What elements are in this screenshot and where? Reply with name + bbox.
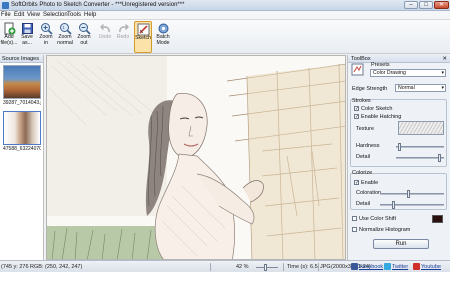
edge-strength-label: Edge Strength [352, 86, 388, 92]
separator [283, 263, 284, 271]
separator [210, 263, 211, 271]
toolbar: Add file(s)... Save as... Zoom in 1 Zoom… [0, 20, 450, 54]
enable-hatching-checkbox[interactable]: ✓ Enable Hatching [354, 114, 401, 120]
zoom-out-button[interactable]: Zoom out [75, 21, 93, 53]
twitter-icon[interactable] [384, 263, 391, 270]
redo-button[interactable]: Redo [114, 21, 132, 53]
undo-button[interactable]: Undo [96, 21, 114, 53]
batch-mode-button[interactable]: Batch Mode [154, 21, 172, 53]
color-sketch-checkbox[interactable]: ✓ Color Sketch [354, 106, 393, 112]
background-area [0, 272, 450, 300]
detail-label: Detail [356, 154, 371, 160]
thumbnail-image [3, 65, 41, 99]
status-bar: (745 y: 276 RGB: (250, 242, 247) 42 % Ti… [0, 260, 450, 272]
slider-knob[interactable] [392, 201, 395, 209]
detail-slider[interactable] [396, 154, 444, 162]
menu-file[interactable]: File [1, 12, 11, 18]
colorize-title: Colorize [352, 170, 373, 176]
slider-knob[interactable] [437, 154, 441, 162]
chevron-down-icon: ▾ [441, 70, 444, 76]
menu-help[interactable]: Help [84, 12, 96, 18]
source-images-header: Source Images [0, 55, 43, 63]
source-images-panel: Source Images 39287_7014043.jpg 47588_63… [0, 55, 44, 260]
facebook-icon[interactable] [351, 263, 358, 270]
thumbnail-item[interactable]: 47588_63224070.jpg [3, 111, 41, 152]
checkbox-icon: ✓ [354, 180, 360, 187]
add-files-button[interactable]: Add file(s)... [0, 21, 18, 53]
processing-time: Time (s): 6.5 [287, 264, 318, 270]
texture-label: Texture [356, 126, 375, 132]
checkbox-icon [352, 227, 357, 233]
separator [318, 263, 319, 271]
close-icon[interactable]: ✕ [442, 55, 447, 63]
use-color-shift-checkbox[interactable]: Use Color Shift [352, 216, 396, 222]
toolbox-header: ToolBox ✕ [348, 55, 450, 63]
strokes-title: Strokes [352, 98, 371, 104]
checkbox-icon: ✓ [354, 106, 360, 113]
sketch-image [47, 56, 345, 259]
sketch-button[interactable]: Sketch [134, 21, 152, 53]
minimize-button[interactable]: – [404, 1, 418, 9]
zoom-level: 42 % [236, 264, 249, 270]
image-format: JPG [320, 264, 331, 270]
zoom-normal-button[interactable]: 1 Zoom normal [56, 21, 74, 53]
cursor-coords: (745 y: 276 RGB: (250, 242, 247) [1, 264, 83, 270]
title-bar: SoftOrbits Photo to Sketch Converter - *… [0, 0, 450, 11]
menu-edit[interactable]: Edit [14, 12, 24, 18]
coloration-label: Coloration [356, 190, 382, 196]
presets-icon [351, 63, 364, 76]
thumbnail-image [3, 111, 41, 145]
colorize-enable-checkbox[interactable]: ✓ Enable [354, 180, 378, 186]
zoom-in-button[interactable]: Zoom in [37, 21, 55, 53]
colorize-detail-label: Detail [356, 201, 371, 207]
save-as-button[interactable]: Save as... [18, 21, 36, 53]
slider-knob[interactable] [398, 143, 402, 151]
maximize-button[interactable]: □ [419, 1, 433, 9]
thumbnail-item[interactable]: 39287_7014043.jpg [3, 65, 41, 106]
hardness-slider[interactable] [396, 143, 444, 151]
chevron-down-icon: ▾ [441, 85, 444, 91]
thumbnail-filename: 39287_7014043.jpg [3, 100, 41, 106]
checkbox-icon: ✓ [354, 114, 360, 121]
presets-label: Presets [371, 62, 390, 68]
youtube-icon[interactable] [413, 263, 420, 270]
menu-selection[interactable]: Selection [43, 12, 68, 18]
facebook-link[interactable]: Facebook [359, 264, 383, 270]
run-button[interactable]: Run [373, 239, 429, 249]
menu-tools[interactable]: Tools [67, 12, 81, 18]
edge-strength-dropdown[interactable]: Normal ▾ [395, 84, 446, 92]
app-icon [2, 2, 9, 9]
slider-knob[interactable] [407, 190, 410, 198]
menu-bar: File Edit View Selection Tools Help [0, 11, 450, 20]
presets-dropdown[interactable]: Color Drawing ▾ [370, 69, 446, 77]
colorize-detail-slider[interactable] [380, 201, 444, 209]
twitter-link[interactable]: Twitter [392, 264, 408, 270]
window-title: SoftOrbits Photo to Sketch Converter - *… [11, 2, 185, 8]
texture-picker[interactable] [398, 121, 444, 135]
thumbnail-filename: 47588_63224070.jpg [3, 146, 41, 152]
menu-view[interactable]: View [27, 12, 40, 18]
checkbox-icon [352, 216, 357, 222]
normalize-histogram-checkbox[interactable]: Normalize Histogram [352, 227, 410, 233]
toolbox-title: ToolBox [351, 56, 371, 62]
hardness-label: Hardness [356, 143, 380, 149]
color-shift-swatch[interactable] [432, 215, 443, 223]
youtube-link[interactable]: Youtube [421, 264, 441, 270]
coloration-slider[interactable] [380, 190, 444, 198]
zoom-slider[interactable] [256, 267, 278, 268]
zoom-slider-knob[interactable] [264, 264, 267, 271]
image-canvas[interactable] [46, 55, 346, 260]
close-button[interactable]: ✕ [434, 1, 449, 9]
